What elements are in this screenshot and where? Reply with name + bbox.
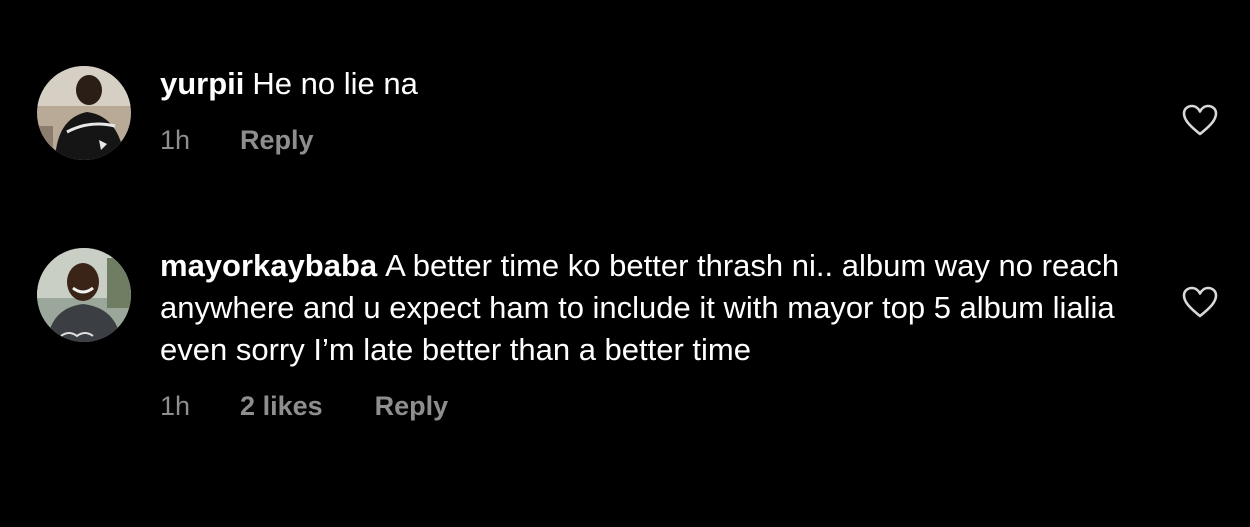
likes-count[interactable]: 2 likes [240,391,323,422]
comment-meta: 1h 2 likes Reply [160,391,1120,422]
username[interactable]: yurpii [160,66,244,101]
user-avatar-icon [37,248,131,342]
avatar[interactable] [37,66,131,160]
comment-text-line: yurpii He no lie na [160,63,1120,105]
like-button[interactable] [1182,104,1218,136]
avatar[interactable] [37,248,131,342]
comment-body: yurpii He no lie na 1h Reply [160,63,1120,156]
reply-button[interactable]: Reply [375,391,449,422]
comment-body: mayorkaybaba A better time ko better thra… [160,245,1120,422]
heart-outline-icon [1182,286,1218,318]
username[interactable]: mayorkaybaba [160,248,377,283]
user-avatar-icon [37,66,131,160]
comment-text-line: mayorkaybaba A better time ko better thra… [160,245,1120,371]
timestamp[interactable]: 1h [160,391,190,422]
comment-text: He no lie na [252,66,418,101]
heart-outline-icon [1182,104,1218,136]
comment-meta: 1h Reply [160,125,1120,156]
timestamp[interactable]: 1h [160,125,190,156]
reply-button[interactable]: Reply [240,125,314,156]
like-button[interactable] [1182,286,1218,318]
